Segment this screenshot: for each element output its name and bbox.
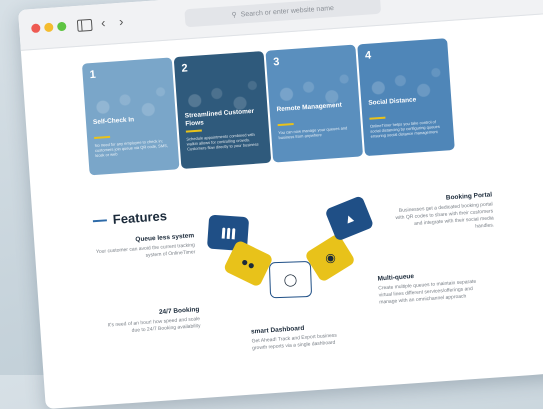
features-heading: Features [92,208,167,228]
eye-icon: ◉ [321,249,339,267]
feature-queue-less: Queue less system Your customer can avoi… [94,232,196,263]
card-number: 1 [89,68,97,82]
feature-text: Businesses get a dedicated booking porta… [395,201,495,230]
feature-smart-dashboard: smart Dashboard Get Ahead! Track and Exp… [251,322,352,353]
card-number: 2 [181,62,189,75]
segment-portal[interactable]: ▲ [324,195,375,242]
segment-multi-queue[interactable]: ◉ [304,232,357,283]
team-icon: ●● [238,254,258,274]
back-icon[interactable]: ‹ [100,14,106,32]
card-self-check-in[interactable]: 1 Self-Check In No need for any employee… [81,57,180,176]
thumbs-up-icon: ▲ [341,209,358,228]
card-number: 4 [364,49,372,62]
plus-icon[interactable]: + [489,0,500,3]
card-remote-management[interactable]: 3 Remote Management You can now manage y… [265,44,364,163]
feature-24-7-booking: 24/7 Booking It's need of an hour! how s… [99,306,201,337]
features-title: Features [112,208,168,227]
card-streamlined-flows[interactable]: 2 Streamlined Customer Flows Schedule ap… [173,50,272,169]
zoom-dot[interactable] [56,21,67,32]
features-section: Features Queue less system Your customer… [92,184,525,409]
feature-booking-portal: Booking Portal Businesses get a dedicate… [392,191,494,236]
feature-text: It's need of an hour! how speed and scal… [107,316,201,334]
screenshot-stage: ‹ › ⚲ Search or enter website name + 1 S… [0,0,543,409]
close-dot[interactable] [31,23,41,34]
search-icon: ⚲ [231,11,238,20]
feature-text: Get Ahead! Track and Export business gro… [251,332,338,352]
support-icon: ◯ [283,272,298,287]
address-bar[interactable]: ⚲ Search or enter website name [184,0,382,28]
card-number: 3 [272,55,280,69]
card-social-distance[interactable]: 4 Social Distance OnlineTimer helps you … [357,38,455,157]
feature-arc: ●● ◯ ◉ ▲ [202,192,400,325]
sidebar-icon[interactable] [76,18,93,32]
heading-dash [92,218,107,222]
people-icon [221,226,235,239]
address-placeholder: Search or enter website name [240,4,335,18]
browser-window: ‹ › ⚲ Search or enter website name + 1 S… [18,0,543,409]
feature-cards: 1 Self-Check In No need for any employee… [81,37,469,176]
minimize-dot[interactable] [43,22,54,33]
segment-dashboard[interactable]: ◯ [268,260,313,299]
forward-icon[interactable]: › [118,13,124,31]
browser-toolbar: ‹ › ⚲ Search or enter website name + [18,0,543,51]
